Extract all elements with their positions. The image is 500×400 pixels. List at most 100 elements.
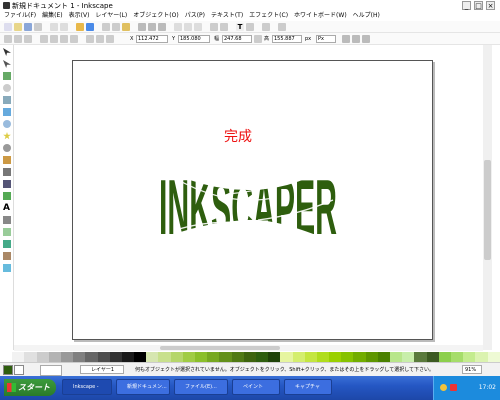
- node-tool-icon[interactable]: [3, 60, 11, 68]
- palette-swatch[interactable]: [292, 352, 305, 362]
- vertical-scroll-thumb[interactable]: [484, 160, 491, 260]
- start-button[interactable]: スタート: [4, 379, 56, 396]
- palette-swatch[interactable]: [134, 352, 147, 362]
- rotate-ccw-icon[interactable]: [40, 35, 48, 43]
- palette-swatch[interactable]: [390, 352, 403, 362]
- zoom-drawing-icon[interactable]: [148, 23, 156, 31]
- palette-swatch[interactable]: [353, 352, 366, 362]
- palette-swatch[interactable]: [60, 352, 74, 362]
- close-button[interactable]: ×: [486, 1, 495, 10]
- taskbar-item-capture[interactable]: キャプチャ: [284, 379, 332, 395]
- width-field[interactable]: 247.68: [222, 35, 252, 43]
- opacity-field[interactable]: [40, 365, 62, 376]
- menu-view[interactable]: 表示(V): [69, 11, 90, 21]
- stroke-indicator[interactable]: [14, 365, 24, 375]
- unit-select[interactable]: Px: [316, 35, 336, 43]
- transform-gradient-icon[interactable]: [362, 35, 370, 43]
- flip-horizontal-icon[interactable]: [60, 35, 68, 43]
- connector-tool-icon[interactable]: [3, 252, 11, 260]
- cut-icon[interactable]: [112, 23, 120, 31]
- unlink-clone-icon[interactable]: [194, 23, 202, 31]
- inkscaper-logo-art[interactable]: INKSCAPER: [158, 160, 338, 248]
- palette-swatch[interactable]: [219, 352, 232, 362]
- tray-icon[interactable]: [450, 384, 457, 391]
- redo-icon[interactable]: [86, 23, 94, 31]
- layer-select[interactable]: レイヤー1: [80, 365, 124, 374]
- text-tool-icon[interactable]: A: [3, 204, 11, 213]
- palette-swatch[interactable]: [365, 352, 378, 362]
- rectangle-tool-icon[interactable]: [3, 96, 11, 104]
- ellipse-tool-icon[interactable]: [3, 120, 11, 128]
- taskbar-item-paint[interactable]: ペイント: [232, 379, 280, 395]
- x-coordinate-field[interactable]: 112.472: [136, 35, 168, 43]
- palette-swatch[interactable]: [207, 352, 220, 362]
- rotate-cw-icon[interactable]: [50, 35, 58, 43]
- palette-swatch[interactable]: [487, 352, 500, 362]
- palette-swatch[interactable]: [329, 352, 342, 362]
- copy-icon[interactable]: [102, 23, 110, 31]
- select-all-layers-icon[interactable]: [14, 35, 22, 43]
- open-folder-icon[interactable]: [14, 23, 22, 31]
- palette-swatch[interactable]: [24, 352, 37, 362]
- palette-swatch[interactable]: [48, 352, 61, 362]
- undo-icon[interactable]: [76, 23, 84, 31]
- zoom-tool-icon[interactable]: [3, 84, 11, 92]
- eraser-tool-icon[interactable]: [3, 228, 11, 236]
- palette-swatch[interactable]: [475, 352, 488, 362]
- spiral-tool-icon[interactable]: [3, 144, 11, 152]
- selector-tool-icon[interactable]: [3, 48, 11, 56]
- palette-swatch[interactable]: [438, 352, 451, 362]
- menu-edit[interactable]: 編集(E): [42, 11, 62, 21]
- menu-text[interactable]: テキスト(T): [211, 11, 243, 21]
- maximize-button[interactable]: □: [474, 1, 483, 10]
- palette-swatch[interactable]: [304, 352, 317, 362]
- tweak-tool-icon[interactable]: [3, 72, 11, 80]
- palette-swatch[interactable]: [36, 352, 49, 362]
- palette-swatch[interactable]: [255, 352, 269, 362]
- palette-swatch[interactable]: [450, 352, 464, 362]
- palette-swatch[interactable]: [12, 352, 25, 362]
- group-icon[interactable]: [210, 23, 218, 31]
- palette-swatch[interactable]: [231, 352, 244, 362]
- palette-swatch[interactable]: [414, 352, 427, 362]
- palette-swatch[interactable]: [0, 352, 13, 362]
- dropper-tool-icon[interactable]: [3, 264, 11, 272]
- menu-effects[interactable]: エフェクト(C): [249, 11, 288, 21]
- xml-editor-icon[interactable]: [262, 23, 270, 31]
- palette-swatch[interactable]: [158, 352, 171, 362]
- taskbar-item-document[interactable]: 新規ドキュメン...: [116, 379, 170, 395]
- palette-swatch[interactable]: [402, 352, 415, 362]
- palette-swatch[interactable]: [146, 352, 159, 362]
- save-icon[interactable]: [24, 23, 32, 31]
- preferences-icon[interactable]: [278, 23, 286, 31]
- menu-whiteboard[interactable]: ホワイトボード(W): [294, 11, 347, 21]
- align-icon[interactable]: [246, 23, 254, 31]
- zoom-field[interactable]: 91%: [462, 365, 482, 374]
- y-coordinate-field[interactable]: 185.080: [178, 35, 210, 43]
- paint-bucket-tool-icon[interactable]: [3, 192, 11, 200]
- clone-icon[interactable]: [184, 23, 192, 31]
- calligraphy-tool-icon[interactable]: [3, 180, 11, 188]
- transform-corners-icon[interactable]: [352, 35, 360, 43]
- export-icon[interactable]: [60, 23, 68, 31]
- star-tool-icon[interactable]: [3, 132, 11, 140]
- pen-tool-icon[interactable]: [3, 168, 11, 176]
- ungroup-icon[interactable]: [220, 23, 228, 31]
- lock-ratio-icon[interactable]: [254, 35, 262, 43]
- palette-swatch[interactable]: [85, 352, 98, 362]
- raise-to-top-icon[interactable]: [86, 35, 94, 43]
- tray-icon[interactable]: [440, 384, 447, 391]
- spray-tool-icon[interactable]: [3, 216, 11, 224]
- height-field[interactable]: 155.887: [272, 35, 302, 43]
- heading-text[interactable]: 完成: [224, 126, 252, 146]
- lower-icon[interactable]: [106, 35, 114, 43]
- menu-layer[interactable]: レイヤー(L): [95, 11, 127, 21]
- menu-file[interactable]: ファイル(F): [4, 11, 36, 21]
- paste-icon[interactable]: [122, 23, 130, 31]
- zoom-selection-icon[interactable]: [138, 23, 146, 31]
- menu-help[interactable]: ヘルプ(H): [353, 11, 380, 21]
- palette-swatch[interactable]: [195, 352, 208, 362]
- palette-swatch[interactable]: [463, 352, 476, 362]
- palette-swatch[interactable]: [268, 352, 281, 362]
- print-icon[interactable]: [34, 23, 42, 31]
